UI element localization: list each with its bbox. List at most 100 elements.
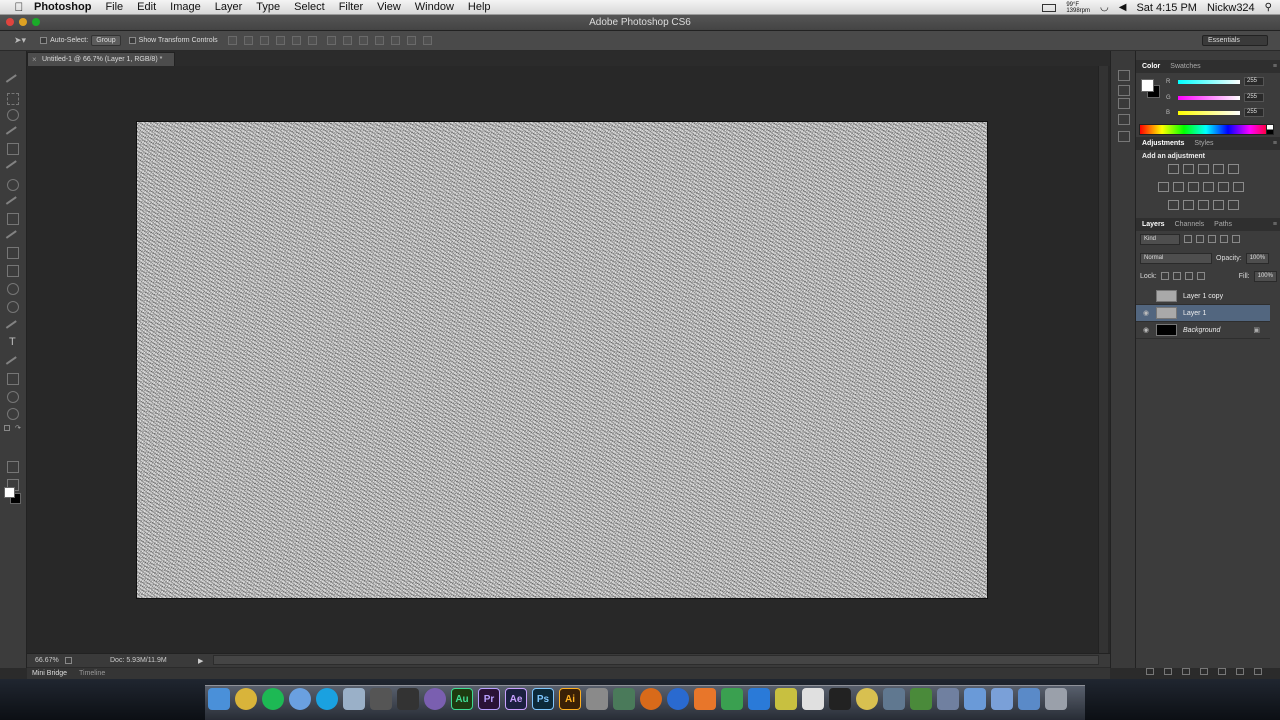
history-panel-icon[interactable]	[1118, 70, 1130, 81]
auto-align-icon[interactable]	[422, 36, 432, 45]
layer-name[interactable]: Layer 1	[1183, 310, 1206, 317]
dock-ps-icon[interactable]: Ps	[532, 688, 554, 710]
distribute-vcenter-icon[interactable]	[342, 36, 352, 45]
tab-adjustments[interactable]: Adjustments	[1142, 137, 1184, 150]
dock-folder-icon[interactable]	[991, 688, 1013, 710]
black-white-icon[interactable]	[1188, 182, 1199, 192]
layer-mask-icon[interactable]	[1182, 667, 1190, 675]
volume-icon[interactable]: ◀	[1119, 2, 1127, 13]
filter-adjustment-icon[interactable]	[1196, 235, 1204, 243]
filter-shape-icon[interactable]	[1220, 235, 1228, 243]
align-left-icon[interactable]	[275, 36, 285, 45]
character-panel-icon[interactable]	[1118, 114, 1130, 125]
filter-smart-object-icon[interactable]	[1232, 235, 1240, 243]
lasso-tool-icon[interactable]	[7, 109, 19, 121]
distribute-left-icon[interactable]	[374, 36, 384, 45]
minimize-window-button[interactable]	[19, 18, 27, 26]
lock-all-icon[interactable]	[1196, 272, 1205, 280]
link-layers-icon[interactable]	[1146, 667, 1154, 675]
dock-skype-icon[interactable]	[316, 688, 338, 710]
dock-minecraft-icon[interactable]	[910, 688, 932, 710]
auto-select-checkbox[interactable]	[40, 37, 48, 44]
posterize-icon[interactable]	[1183, 200, 1194, 210]
dock-au-icon[interactable]: Au	[451, 688, 473, 710]
blur-tool-icon[interactable]	[7, 283, 19, 295]
tab-styles[interactable]: Styles	[1194, 137, 1213, 150]
dodge-tool-icon[interactable]	[7, 301, 19, 313]
battery-icon[interactable]	[1042, 3, 1057, 12]
dock-spotify-icon[interactable]	[262, 688, 284, 710]
dock-folder-icon[interactable]	[964, 688, 986, 710]
auto-select-option[interactable]: Auto-Select: Group	[40, 35, 121, 46]
levels-icon[interactable]	[1183, 164, 1194, 174]
layer-name[interactable]: Layer 1 copy	[1183, 293, 1223, 300]
new-layer-icon[interactable]	[1236, 667, 1244, 675]
hand-tool-icon[interactable]	[7, 391, 19, 403]
dock-migration-icon[interactable]	[937, 688, 959, 710]
threshold-icon[interactable]	[1198, 200, 1209, 210]
align-top-icon[interactable]	[227, 36, 237, 45]
tab-swatches[interactable]: Swatches	[1170, 60, 1200, 73]
dock-utility-icon[interactable]	[775, 688, 797, 710]
status-menu-arrow-icon[interactable]: ▶	[198, 657, 203, 665]
menu-view[interactable]: View	[377, 1, 401, 13]
filter-type-icon[interactable]	[1208, 235, 1216, 243]
distribute-right-icon[interactable]	[406, 36, 416, 45]
dock-activity-monitor-icon[interactable]	[829, 688, 851, 710]
quick-select-tool-icon[interactable]	[5, 126, 21, 140]
dock-vlc-icon[interactable]	[694, 688, 716, 710]
dock-trash-icon[interactable]	[1045, 688, 1067, 710]
dock-ae-icon[interactable]: Ae	[505, 688, 527, 710]
close-document-icon[interactable]: ×	[32, 53, 37, 66]
canvas-noise-layer[interactable]	[136, 121, 988, 599]
filter-pixel-icon[interactable]	[1184, 235, 1192, 243]
align-hcenter-icon[interactable]	[291, 36, 301, 45]
layer-row-layer-1-copy[interactable]: Layer 1 copy	[1136, 288, 1270, 305]
eraser-tool-icon[interactable]	[7, 247, 19, 259]
properties-panel-icon[interactable]	[1118, 85, 1130, 96]
align-vcenter-icon[interactable]	[243, 36, 253, 45]
menu-window[interactable]: Window	[415, 1, 454, 13]
red-slider[interactable]	[1178, 79, 1240, 84]
dock-finder-icon[interactable]	[208, 688, 230, 710]
panel-menu-icon[interactable]: ≡	[1273, 218, 1277, 231]
gradient-map-icon[interactable]	[1213, 200, 1224, 210]
zoom-level-field[interactable]: 66.67%	[35, 657, 65, 664]
dock-downloads-icon[interactable]	[1018, 688, 1040, 710]
layer-name[interactable]: Background	[1183, 327, 1220, 334]
color-balance-icon[interactable]	[1173, 182, 1184, 192]
distribute-top-icon[interactable]	[326, 36, 336, 45]
new-group-icon[interactable]	[1218, 667, 1226, 675]
distribute-bottom-icon[interactable]	[358, 36, 368, 45]
menu-app-name[interactable]: Photoshop	[34, 1, 91, 13]
new-adjustment-icon[interactable]	[1200, 667, 1208, 675]
dock-xcode-icon[interactable]	[883, 688, 905, 710]
user-name[interactable]: Nickw324	[1207, 2, 1255, 14]
info-panel-icon[interactable]	[1118, 98, 1130, 109]
exposure-icon[interactable]	[1213, 164, 1224, 174]
vertical-scrollbar[interactable]	[1098, 66, 1108, 653]
paragraph-panel-icon[interactable]	[1118, 131, 1130, 142]
document-tab[interactable]: × Untitled-1 @ 66.7% (Layer 1, RGB/8) *	[27, 52, 175, 66]
menu-type[interactable]: Type	[256, 1, 280, 13]
layer-row-layer-1[interactable]: ◉ Layer 1	[1136, 305, 1270, 322]
horizontal-scrollbar[interactable]	[213, 655, 1099, 665]
menu-help[interactable]: Help	[468, 1, 491, 13]
zoom-tool-icon[interactable]	[7, 408, 19, 420]
gradient-tool-icon[interactable]	[7, 265, 19, 277]
clock[interactable]: Sat 4:15 PM	[1136, 2, 1197, 14]
photo-filter-icon[interactable]	[1203, 182, 1214, 192]
eye-icon[interactable]: ◉	[1136, 326, 1156, 334]
tab-color[interactable]: Color	[1142, 60, 1160, 73]
close-window-button[interactable]	[6, 18, 14, 26]
distribute-hcenter-icon[interactable]	[390, 36, 400, 45]
menu-layer[interactable]: Layer	[215, 1, 243, 13]
color-lookup-icon[interactable]	[1233, 182, 1244, 192]
tab-timeline[interactable]: Timeline	[79, 670, 105, 677]
menu-image[interactable]: Image	[170, 1, 201, 13]
dock-pen-icon[interactable]	[802, 688, 824, 710]
dock-itunes-icon[interactable]	[289, 688, 311, 710]
dock-preview-icon[interactable]	[343, 688, 365, 710]
menu-edit[interactable]: Edit	[137, 1, 156, 13]
color-spectrum-ramp[interactable]	[1139, 124, 1273, 135]
